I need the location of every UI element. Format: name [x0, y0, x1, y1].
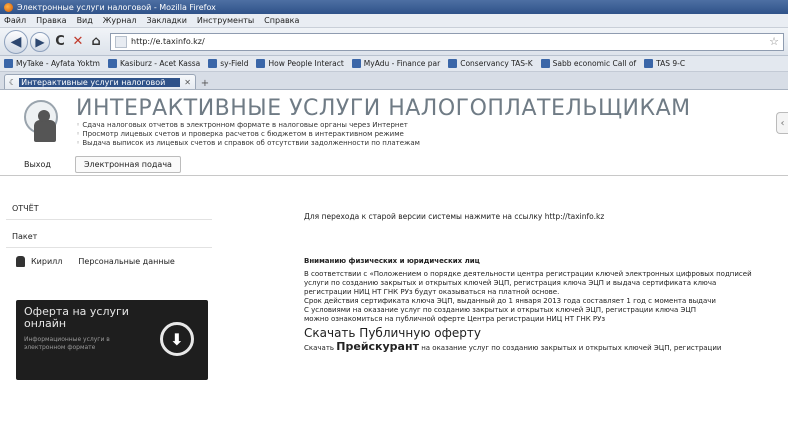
menu-view[interactable]: Вид	[77, 16, 93, 25]
main-layout: ОТЧЁТ Пакет Кирилл Персональные данные О…	[0, 176, 788, 380]
forward-button[interactable]: ▶	[30, 31, 50, 52]
promo-subtitle: Информационные услуги в электронном форм…	[24, 336, 110, 351]
left-sidebar: ОТЧЁТ Пакет Кирилл Персональные данные О…	[0, 176, 212, 380]
download-icon: ⬇	[160, 322, 194, 356]
user-row: Кирилл Персональные данные	[6, 248, 212, 274]
reload-icon: C	[55, 34, 65, 49]
tab-title: Интерактивные услуги налоговой	[19, 77, 181, 87]
price-list-line[interactable]: Скачать Прейскурант на оказание услуг по…	[304, 340, 788, 353]
back-button[interactable]: ◀	[4, 29, 28, 54]
tab-strip: ☾ Интерактивные услуги налоговой ✕ +	[0, 72, 788, 90]
address-bar[interactable]: http://e.taxinfo.kz/ ☆	[110, 32, 784, 51]
bookmark-item[interactable]: Sabb economic Call of	[540, 59, 636, 68]
bookmark-item[interactable]: sy-Field	[208, 59, 248, 68]
window-titlebar: Электронные услуги налоговой - Mozilla F…	[0, 0, 788, 14]
promo-title: Оферта на услуги онлайн	[24, 305, 129, 330]
banner-line: Просмотр лицевых счетов и проверка расче…	[76, 130, 691, 139]
bookmark-favicon-icon	[351, 59, 361, 68]
navigation-toolbar: ◀ ▶ C ✕ ⌂ http://e.taxinfo.kz/ ☆	[0, 28, 788, 56]
attention-heading: Вниманию физических и юридических лиц	[304, 257, 480, 265]
article-line: услуги по созданию закрытых и открытых к…	[304, 279, 717, 287]
article-line: С условиями на оказание услуг по создани…	[304, 306, 697, 314]
bookmark-item[interactable]: How People Interact	[256, 59, 344, 68]
side-panel-toggle[interactable]: ‹	[776, 112, 788, 134]
bookmark-favicon-icon	[256, 59, 266, 68]
bookmark-favicon-icon	[448, 59, 458, 68]
personal-data-link[interactable]: Персональные данные	[78, 257, 174, 266]
site-banner: ИНТЕРАКТИВНЫЕ УСЛУГИ НАЛОГОПЛАТЕЛЬЩИКАМ …	[0, 90, 788, 154]
bookmark-favicon-icon	[4, 59, 13, 68]
sidebar-item-report[interactable]: ОТЧЁТ	[6, 198, 212, 220]
taxpayer-logo-icon	[18, 98, 66, 146]
tab-loading-icon: ☾	[9, 77, 17, 87]
price-list-link[interactable]: Прейскурант	[336, 340, 419, 353]
menu-tools[interactable]: Инструменты	[197, 16, 254, 25]
article-line: можно ознакомиться на публичной оферте Ц…	[304, 315, 606, 323]
bookmark-favicon-icon	[644, 59, 654, 68]
bookmark-favicon-icon	[208, 59, 218, 68]
bookmark-item[interactable]: Conservancy TAS-K	[448, 59, 533, 68]
old-version-notice[interactable]: Для перехода к старой версии системы наж…	[304, 212, 788, 221]
site-identity-icon	[115, 35, 127, 48]
offer-promo-banner[interactable]: Оферта на услуги онлайн Информационные у…	[16, 300, 208, 380]
bookmark-item[interactable]: MyTake - Ayfata Yoktm	[4, 59, 100, 68]
bookmark-favicon-icon	[540, 59, 550, 68]
bookmark-star-icon[interactable]: ☆	[769, 35, 779, 48]
user-name[interactable]: Кирилл	[31, 257, 62, 266]
site-title: ИНТЕРАКТИВНЫЕ УСЛУГИ НАЛОГОПЛАТЕЛЬЩИКАМ	[76, 96, 691, 121]
menu-bar: Файл Правка Вид Журнал Закладки Инструме…	[0, 14, 788, 28]
firefox-icon	[4, 2, 13, 12]
window-title: Электронные услуги налоговой - Mozilla F…	[17, 2, 216, 12]
new-tab-button[interactable]: +	[198, 77, 212, 89]
home-button[interactable]: ⌂	[88, 32, 104, 52]
menu-bookmarks[interactable]: Закладки	[146, 16, 186, 25]
page-subnav: Выход Электронная подача	[0, 154, 788, 176]
menu-edit[interactable]: Правка	[36, 16, 66, 25]
banner-line: Выдача выписок из лицевых счетов и справ…	[76, 139, 691, 148]
user-icon	[16, 255, 25, 267]
home-icon: ⌂	[91, 34, 101, 49]
bookmarks-toolbar: MyTake - Ayfata Yoktm Kasiburz - Acet Ka…	[0, 56, 788, 72]
address-url[interactable]: http://e.taxinfo.kz/	[131, 37, 205, 46]
bookmark-item[interactable]: TAS 9-C	[644, 59, 685, 68]
menu-history[interactable]: Журнал	[103, 16, 137, 25]
logout-link[interactable]: Выход	[24, 160, 51, 169]
browser-tab[interactable]: ☾ Интерактивные услуги налоговой ✕	[4, 74, 196, 89]
tab-electronic-filing[interactable]: Электронная подача	[74, 156, 181, 173]
bookmark-favicon-icon	[108, 59, 117, 68]
article-line: регистрации НИЦ НТ ГНК РУз будут оказыва…	[304, 288, 560, 296]
banner-line: Сдача налоговых отчетов в электронном фо…	[76, 121, 691, 130]
article-line: В соответствии с «Положением о порядке д…	[304, 270, 752, 278]
reload-button[interactable]: C	[52, 32, 68, 52]
page-content: ИНТЕРАКТИВНЫЕ УСЛУГИ НАЛОГОПЛАТЕЛЬЩИКАМ …	[0, 90, 788, 428]
bookmark-item[interactable]: Kasiburz - Acet Kassa	[108, 59, 200, 68]
stop-icon: ✕	[72, 34, 84, 49]
sidebar-item-package[interactable]: Пакет	[6, 226, 212, 248]
main-article: Для перехода к старой версии системы наж…	[212, 176, 788, 380]
menu-file[interactable]: Файл	[4, 16, 26, 25]
stop-button[interactable]: ✕	[70, 32, 86, 52]
forward-arrow-icon: ▶	[35, 34, 45, 49]
article-line: Срок действия сертификата ключа ЭЦП, выд…	[304, 297, 716, 305]
menu-help[interactable]: Справка	[264, 16, 299, 25]
close-tab-icon[interactable]: ✕	[184, 78, 191, 87]
back-arrow-icon: ◀	[10, 33, 22, 50]
bookmark-item[interactable]: MyAdu - Finance par	[351, 59, 440, 68]
download-offer-link[interactable]: Скачать Публичную оферту	[304, 326, 788, 340]
